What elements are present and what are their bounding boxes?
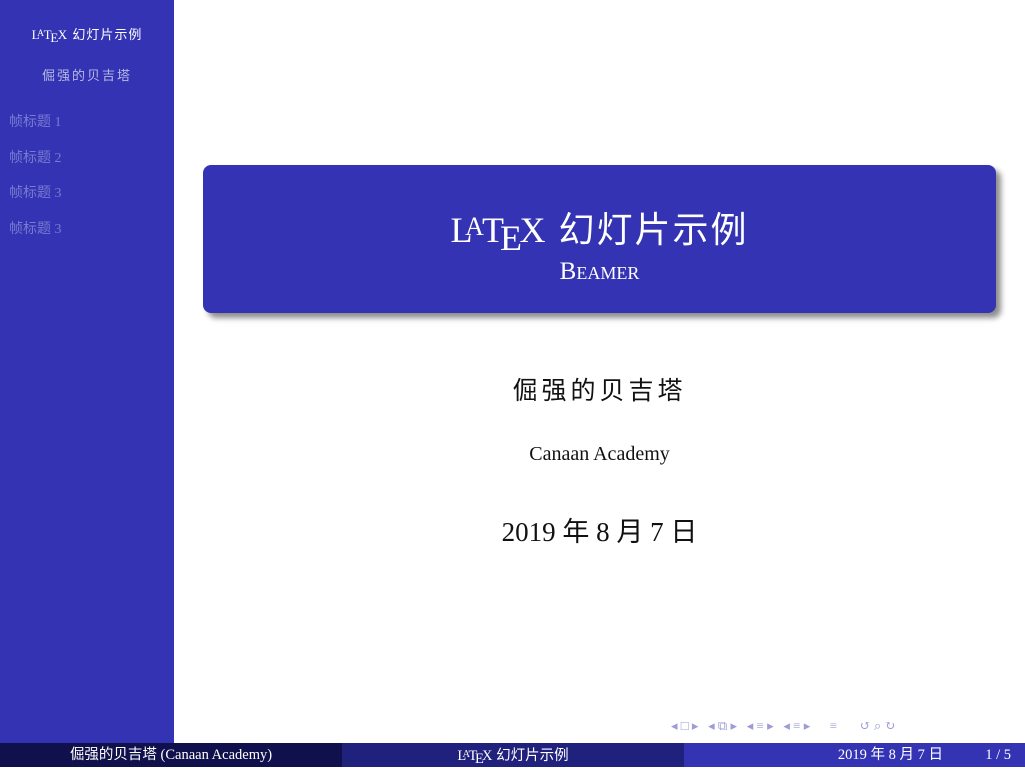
slide-subtitle: Beamer [559, 258, 640, 285]
section2-nav-icon[interactable]: ◂ ≡ ▸ [783, 718, 810, 734]
footer: 倔强的贝吉塔 (Canaan Academy) LATEX 幻灯片示例 2019… [0, 743, 1025, 767]
sidebar-item-frame-3b[interactable]: 帧标题 3 [9, 221, 62, 257]
navigation-symbols: ◂ □ ▸ ◂ ⧉ ▸ ◂ ≡ ▸ ◂ ≡ ▸ ≡ ↺ ⌕ ↻ [671, 718, 895, 738]
footer-date: 2019 年 8 月 7 日 [837, 747, 943, 763]
title-box: LATEX 幻灯片示例 Beamer [203, 165, 996, 313]
sidebar: LATEX 幻灯片示例 倔强的贝吉塔 帧标题 1 帧标题 2 帧标题 3 帧标题… [0, 0, 174, 743]
latex-logo: LATEX [450, 210, 548, 259]
sidebar-title-text: 幻灯片示例 [72, 27, 143, 42]
latex-logo: LATEX [457, 747, 493, 768]
align-icon[interactable]: ≡ [830, 718, 837, 734]
sidebar-nav: 帧标题 1 帧标题 2 帧标题 3 帧标题 3 [9, 114, 62, 256]
footer-title: LATEX 幻灯片示例 [342, 743, 684, 767]
slide-title: LATEX 幻灯片示例 [203, 201, 996, 259]
sidebar-item-frame-2[interactable]: 帧标题 2 [9, 150, 62, 186]
slide-author: 倔强的贝吉塔 [512, 378, 687, 405]
subsection-nav-icon[interactable]: ◂ ⧉ ▸ [708, 718, 737, 734]
section-nav-icon[interactable]: ◂ ≡ ▸ [747, 718, 774, 734]
footer-author: 倔强的贝吉塔 (Canaan Academy) [0, 743, 342, 767]
slide-date: 2019 年 8 月 7 日 [501, 517, 698, 547]
sidebar-item-frame-3[interactable]: 帧标题 3 [9, 185, 62, 221]
footer-title-text: 幻灯片示例 [496, 747, 569, 764]
sidebar-title[interactable]: LATEX 幻灯片示例 [0, 24, 174, 46]
page-number: 1 / 5 [985, 747, 1011, 763]
search-nav-icon[interactable]: ↺ ⌕ ↻ [860, 718, 896, 734]
sidebar-author[interactable]: 倔强的贝吉塔 [0, 65, 174, 84]
sidebar-item-frame-1[interactable]: 帧标题 1 [9, 114, 62, 150]
frame-nav-icon[interactable]: ◂ □ ▸ [671, 718, 698, 734]
footer-right: 2019 年 8 月 7 日 1 / 5 [684, 743, 1025, 767]
latex-logo: LATEX [31, 27, 69, 45]
slide-institute: Canaan Academy [529, 443, 670, 465]
slide-title-text: 幻灯片示例 [558, 210, 749, 250]
